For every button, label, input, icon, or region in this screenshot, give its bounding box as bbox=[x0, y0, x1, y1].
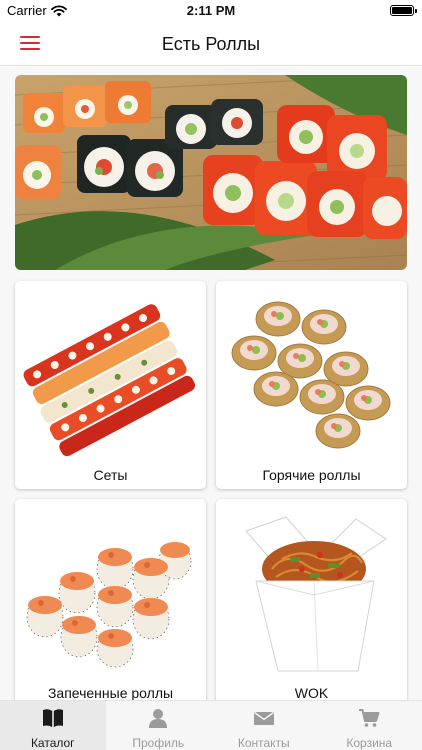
category-label: Горячие роллы bbox=[262, 467, 361, 483]
tab-catalog[interactable]: Каталог bbox=[0, 701, 106, 750]
status-bar: Carrier 2:11 PM bbox=[0, 0, 422, 22]
cart-icon bbox=[359, 709, 380, 727]
tab-label: Контакты bbox=[237, 736, 290, 750]
category-card-wok[interactable]: WOK bbox=[216, 499, 407, 700]
promo-banner[interactable] bbox=[15, 75, 407, 270]
tab-label: Каталог bbox=[30, 736, 75, 750]
category-label: WOK bbox=[294, 685, 329, 700]
tab-bar: Каталог Профиль Контакты Корзина bbox=[0, 700, 422, 750]
tab-label: Корзина bbox=[346, 736, 393, 750]
category-card-sets[interactable]: Сеты bbox=[15, 281, 206, 489]
hot-rolls-image bbox=[231, 301, 391, 449]
book-icon bbox=[42, 709, 63, 727]
tab-label: Профиль bbox=[132, 736, 185, 750]
category-label: Запеченные роллы bbox=[47, 685, 174, 700]
wok-box-image bbox=[245, 516, 387, 672]
baked-rolls-image bbox=[26, 542, 192, 668]
person-icon bbox=[149, 709, 168, 728]
tab-cart[interactable]: Корзина bbox=[317, 701, 422, 750]
envelope-icon bbox=[253, 711, 274, 725]
tab-contacts[interactable]: Контакты bbox=[211, 701, 317, 750]
catalog-content[interactable]: Сеты Горячие роллы Запеченные роллы WOK bbox=[0, 67, 422, 700]
sushi-banner-image bbox=[15, 75, 407, 270]
sets-image bbox=[23, 304, 196, 457]
navigation-bar: Есть Роллы bbox=[0, 22, 422, 66]
battery-icon bbox=[390, 5, 417, 16]
tab-profile[interactable]: Профиль bbox=[106, 701, 212, 750]
status-time: 2:11 PM bbox=[186, 3, 236, 18]
page-title: Есть Роллы bbox=[161, 34, 261, 54]
category-label: Сеты bbox=[93, 467, 128, 483]
category-card-hot-rolls[interactable]: Горячие роллы bbox=[216, 281, 407, 489]
category-card-baked-rolls[interactable]: Запеченные роллы bbox=[15, 499, 206, 700]
